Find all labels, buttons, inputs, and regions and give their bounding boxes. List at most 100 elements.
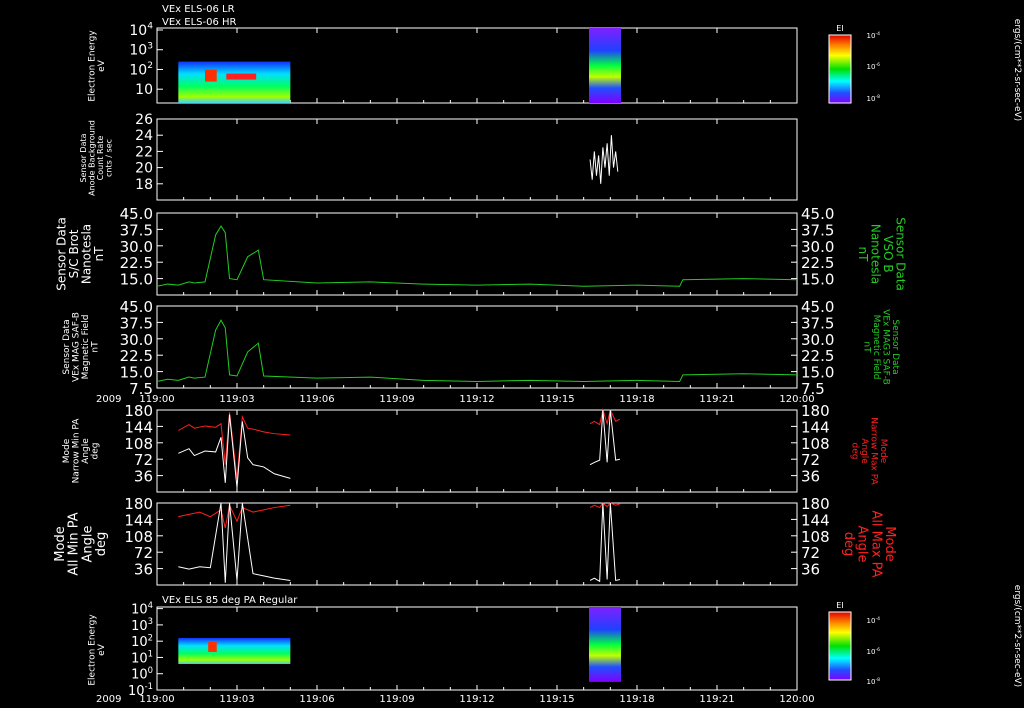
x-tick-label-bottom: 119:12 (459, 694, 494, 705)
y-tick-label-right: 72 (801, 451, 820, 469)
colorbar-title-lr: EI (836, 24, 843, 33)
y-tick-label: 102 (131, 632, 153, 650)
right-label-mag_sc-line: nT (856, 247, 870, 263)
y-tick-label: 103 (129, 41, 153, 58)
y-tick-label-right: 30.0 (801, 331, 834, 349)
ylabel-els-85: Electron Energy eV (87, 614, 106, 686)
colorbar-unit-85: ergs/(cm**2-sr-sec-eV) (1012, 585, 1022, 687)
right-label-all_pa-line: deg (841, 532, 856, 557)
ylabel-mag_saf-line: nT (90, 341, 100, 353)
y-tick-label-left: 7.5 (129, 380, 153, 398)
right-label-mag_saf-line: nT (862, 341, 872, 353)
y-tick-label: 10 (135, 82, 153, 98)
y-tick-label-right: 144 (801, 511, 830, 529)
x-tick-label-bottom: 119:18 (619, 694, 654, 705)
y-tick-label-right: 7.5 (801, 380, 825, 398)
max-pa-trace (178, 503, 291, 529)
ylabel-mag_saf: Sensor Data VEx MAG SAF-B Magnetic Field nT (62, 312, 100, 382)
right-label-mag_saf: Sensor DataVEx MAG3 SAF-BMagnetic Fieldn… (862, 309, 900, 385)
y-tick-label-left: 37.5 (120, 314, 153, 332)
colorbar-tick-label: 10-6 (867, 647, 881, 656)
y-tick-label: 24 (135, 128, 153, 144)
header-title-hr: VEx ELS-06 HR (162, 17, 237, 28)
y-tick-label-left: 30.0 (120, 238, 153, 256)
spectrogram-hotspot (205, 69, 217, 82)
colorbar-tick-label: 10-8 (867, 677, 881, 686)
x-tick-label-mag: 119:21 (699, 394, 734, 405)
axis-ticks (156, 28, 798, 691)
colorbar-tick-label: 10-6 (867, 62, 881, 71)
panel-frame-background (156, 118, 798, 201)
y-tick-label-right: 30.0 (801, 238, 834, 256)
x-tick-label-mag: 119:15 (539, 394, 574, 405)
y-tick-label-right: 45.0 (801, 298, 834, 316)
x-tick-label-bottom: 119:00 (139, 694, 174, 705)
y-tick-label: 100 (131, 665, 153, 683)
ylabel-mag_sc-line: nT (92, 246, 106, 262)
colorbar-unit-lr: ergs/(cm**2-sr-sec-eV) (1012, 19, 1022, 121)
y-tick-label: 18 (135, 177, 153, 193)
y-tick-label-left: 30.0 (120, 331, 153, 349)
spectrogram-block (178, 637, 291, 664)
y-tick-label: 104 (129, 22, 153, 39)
y-tick-label-left: 15.0 (120, 364, 153, 382)
max-pa-trace (589, 502, 621, 509)
x-tick-label-bottom: 119:15 (539, 694, 574, 705)
ylabel-els-85-line: eV (97, 643, 107, 656)
x-tick-label-bottom: 119:09 (379, 694, 414, 705)
y-tick-label-left: 180 (124, 495, 153, 513)
y-tick-label-left: 36 (134, 561, 153, 579)
y-tick-label: 102 (129, 61, 153, 78)
y-tick-label-right: 36 (801, 468, 820, 486)
y-tick-label-left: 22.5 (120, 254, 153, 272)
x-tick-label-mag: 119:18 (619, 394, 654, 405)
y-tick-label-right: 36 (801, 561, 820, 579)
y-tick-label-left: 15.0 (120, 271, 153, 289)
panel-frames (156, 27, 798, 691)
y-tick-label-right: 22.5 (801, 254, 834, 272)
right-label-mag_sc: Sensor DataVSO BNanoteslanT (856, 217, 908, 291)
ylabel-els-lr: Electron Energy eV (87, 30, 106, 102)
right-label-narrow_pa-line: deg (850, 443, 860, 460)
colorbar-85 (828, 611, 852, 681)
spectrogram-block (589, 28, 621, 103)
year-label-bottom: 2009 (96, 694, 121, 705)
y-tick-label: 26 (135, 112, 153, 128)
els-mag-summary-plot: VEx ELS-06 LR VEx ELS-06 HR 119:00 119:03… (53, 4, 1022, 705)
x-tick-label-bottom: 119:03 (219, 694, 254, 705)
ylabel-narrow_pa: Mode Narrow Min PA Angle deg (62, 418, 100, 484)
y-tick-label-right: 15.0 (801, 271, 834, 289)
y-tick-label-right: 22.5 (801, 347, 834, 365)
y-tick-label-right: 15.0 (801, 364, 834, 382)
y-tick-label-left: 72 (134, 451, 153, 469)
y-tick-label: 104 (131, 600, 153, 618)
x-tick-label-mag: 119:06 (299, 394, 334, 405)
y-tick-label: 20 (135, 161, 153, 177)
colorbar-tick-label: 10-4 (867, 31, 881, 40)
y-tick-label: 101 (131, 649, 153, 667)
y-tick-label-left: 144 (124, 511, 153, 529)
max-pa-trace (589, 408, 621, 426)
y-tick-label-left: 72 (134, 544, 153, 562)
x-tick-label-bottom: 119:06 (299, 694, 334, 705)
ylabel-all_pa: ModeAll Min PAAngledeg (53, 512, 109, 575)
panel-frame-narrow_pa (156, 409, 798, 493)
background-trace (589, 135, 619, 184)
min-pa-trace (589, 502, 621, 583)
right-label-narrow_pa: ModeNarrow Max PAAngledeg (850, 417, 888, 485)
right-label-all_pa: ModeAll Max PAAngledeg (841, 510, 897, 577)
x-tick-label-bottom: 119:21 (699, 694, 734, 705)
x-tick-label-mag: 119:09 (379, 394, 414, 405)
y-tick-label-right: 180 (801, 402, 830, 420)
y-tick-label-left: 36 (134, 468, 153, 486)
y-tick-label-right: 144 (801, 418, 830, 436)
magnetic-field-trace (156, 225, 798, 287)
x-tick-label-mag: 119:03 (219, 394, 254, 405)
spectrogram-hotspot (208, 641, 217, 652)
y-tick-label-left: 22.5 (120, 347, 153, 365)
y-tick-label-left: 108 (124, 528, 153, 546)
ylabel-narrow_pa-line: deg (90, 443, 100, 460)
y-tick-label-left: 37.5 (120, 221, 153, 239)
header-title-lr: VEx ELS-06 LR (162, 4, 235, 15)
y-tick-label-left: 45.0 (120, 205, 153, 223)
